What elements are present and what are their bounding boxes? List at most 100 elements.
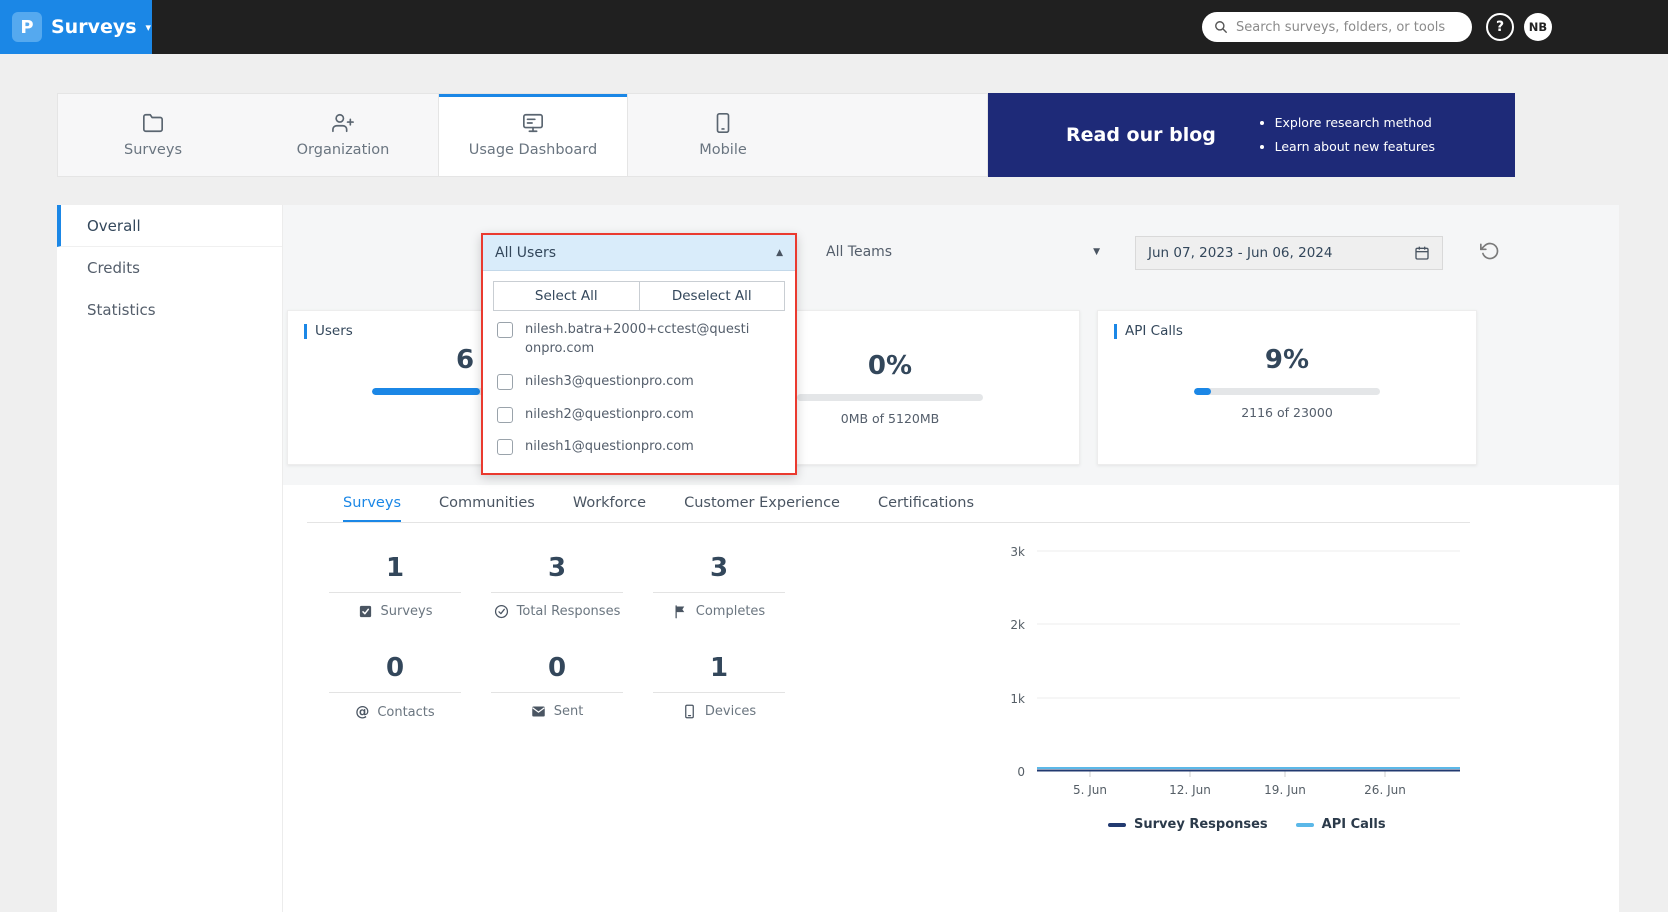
banner-title: Read our blog xyxy=(1066,124,1216,146)
tab-mobile[interactable]: Mobile xyxy=(628,94,818,176)
select-all-button[interactable]: Select All xyxy=(493,281,640,311)
help-button[interactable]: ? xyxy=(1486,13,1514,41)
user-option[interactable]: nilesh3@questionpro.com xyxy=(493,363,785,396)
usage-chart: 3k 2k 1k 0 5. Jun 12. Jun 19. Jun 26. Ju… xyxy=(997,535,1467,835)
at-icon: @ xyxy=(355,704,370,720)
stat-completes: 3 Completes xyxy=(653,553,785,619)
tab-organization[interactable]: Organization xyxy=(248,94,438,176)
blog-banner[interactable]: Read our blog Explore research method Le… xyxy=(988,93,1515,177)
banner-bullet: Learn about new features xyxy=(1275,135,1435,159)
stat-label: Total Responses xyxy=(516,604,621,619)
tab-label: Organization xyxy=(296,142,390,158)
stat-label: Sent xyxy=(553,704,584,719)
y-tick: 0 xyxy=(1017,765,1025,779)
user-option-checkbox[interactable] xyxy=(497,439,513,456)
content-tab-communities[interactable]: Communities xyxy=(439,485,535,522)
legend-survey-responses[interactable]: Survey Responses xyxy=(1108,817,1268,832)
sidebar-item-statistics[interactable]: Statistics xyxy=(57,289,282,331)
stat-sent: 0 Sent xyxy=(491,653,623,720)
stat-surveys: 1 Surveys xyxy=(329,553,461,619)
content-tab-customer-experience[interactable]: Customer Experience xyxy=(684,485,840,522)
user-option[interactable]: nilesh.batra+2000+cctest@questionpro.com xyxy=(493,311,785,363)
content-tab-surveys[interactable]: Surveys xyxy=(343,485,401,522)
y-tick: 1k xyxy=(1010,692,1025,706)
product-name: Surveys xyxy=(51,16,137,38)
user-option-checkbox[interactable] xyxy=(497,322,513,338)
stat-value: 3 xyxy=(653,553,785,593)
accent-bar xyxy=(1114,323,1117,339)
card-title-row: API Calls xyxy=(1098,311,1476,339)
date-range-value: Jun 07, 2023 - Jun 06, 2024 xyxy=(1148,245,1333,261)
dashboard-sidebar: Overall Credits Statistics xyxy=(57,205,283,912)
user-option-checkbox[interactable] xyxy=(497,373,513,390)
user-option-label: nilesh1@questionpro.com xyxy=(525,439,694,455)
progress-fill xyxy=(372,388,480,395)
stats-grid: 1 Surveys 3 Total Responses 3 Completes … xyxy=(329,553,785,720)
x-tick: 12. Jun xyxy=(1169,783,1211,797)
users-filter-panel: Select All Deselect All nilesh.batra+200… xyxy=(483,271,795,474)
legend-api-calls[interactable]: API Calls xyxy=(1295,817,1386,832)
envelope-icon xyxy=(531,706,545,717)
legend-label: Survey Responses xyxy=(1134,817,1268,832)
stat-value: 1 xyxy=(653,653,785,693)
product-switcher[interactable]: P Surveys ▾ xyxy=(0,0,152,54)
content-tab-workforce[interactable]: Workforce xyxy=(573,485,646,522)
global-search[interactable] xyxy=(1202,12,1472,42)
sidebar-item-label: Credits xyxy=(87,259,140,277)
topbar: P Surveys ▾ ? NB xyxy=(0,0,1668,54)
line-chart: 3k 2k 1k 0 5. Jun 12. Jun 19. Jun 26. Ju… xyxy=(1010,545,1460,797)
circle-check-icon xyxy=(494,604,508,619)
card-title: API Calls xyxy=(1125,323,1183,339)
user-option[interactable]: nilesh2@questionpro.com xyxy=(493,396,785,429)
content-tab-certifications[interactable]: Certifications xyxy=(878,485,974,522)
x-tick: 19. Jun xyxy=(1264,783,1306,797)
avatar[interactable]: NB xyxy=(1524,13,1552,41)
api-calls-sub: 2116 of 23000 xyxy=(1241,405,1333,420)
stat-total-responses: 3 Total Responses xyxy=(491,553,623,619)
y-tick: 2k xyxy=(1010,618,1025,632)
user-option-label: nilesh3@questionpro.com xyxy=(525,373,694,389)
stat-contacts: 0 @ Contacts xyxy=(329,653,461,720)
reset-filters-button[interactable] xyxy=(1480,241,1504,265)
main-panel: Overall Credits Statistics All Users ▲ S… xyxy=(57,205,1619,912)
y-tick: 3k xyxy=(1010,545,1025,559)
device-icon xyxy=(685,704,694,719)
tab-surveys[interactable]: Surveys xyxy=(58,94,248,176)
user-option-label: nilesh2@questionpro.com xyxy=(525,406,694,422)
legend-label: API Calls xyxy=(1321,817,1386,832)
sidebar-item-label: Overall xyxy=(87,216,141,235)
teams-filter-dropdown[interactable]: All Teams ▼ xyxy=(818,236,1108,268)
module-tabs: Surveys Organization Usage Dashboard Mob… xyxy=(57,93,988,177)
stat-label: Devices xyxy=(704,704,757,719)
api-calls-usage-card: API Calls 9% 2116 of 23000 xyxy=(1097,310,1477,465)
user-option[interactable]: nilesh1@questionpro.com xyxy=(493,428,785,461)
chevron-up-icon: ▲ xyxy=(776,247,783,258)
stat-label: Completes xyxy=(695,604,766,619)
sidebar-item-label: Statistics xyxy=(87,301,156,319)
date-range-picker[interactable]: Jun 07, 2023 - Jun 06, 2024 xyxy=(1135,236,1443,270)
users-filter-dropdown[interactable]: All Users ▲ xyxy=(483,235,795,271)
help-label: ? xyxy=(1495,19,1505,35)
tab-usage-dashboard[interactable]: Usage Dashboard xyxy=(438,94,628,176)
stat-value: 1 xyxy=(329,553,461,593)
banner-bullet: Explore research method xyxy=(1275,111,1435,135)
folder-icon xyxy=(143,113,163,133)
stat-value: 0 xyxy=(491,653,623,693)
chevron-down-icon: ▼ xyxy=(1093,247,1100,257)
questionpro-logo-icon: P xyxy=(12,12,42,42)
sidebar-item-credits[interactable]: Credits xyxy=(57,247,282,289)
accent-bar xyxy=(304,323,307,339)
user-option-checkbox[interactable] xyxy=(497,406,513,423)
tab-label: Mobile xyxy=(699,142,747,158)
search-input[interactable] xyxy=(1236,19,1460,35)
sidebar-item-overall[interactable]: Overall xyxy=(57,205,282,247)
rotate-ccw-icon xyxy=(1480,242,1499,260)
stat-label: Contacts xyxy=(377,704,435,720)
deselect-all-button[interactable]: Deselect All xyxy=(638,281,785,311)
x-tick: 5. Jun xyxy=(1073,783,1107,797)
banner-bullets: Explore research method Learn about new … xyxy=(1257,111,1435,159)
tab-label: Surveys xyxy=(124,142,182,158)
content-tabs: Surveys Communities Workforce Customer E… xyxy=(307,485,1470,523)
api-calls-progress-bar xyxy=(1194,388,1380,395)
user-option-label: nilesh.batra+2000+cctest@questionpro.com xyxy=(525,322,750,356)
